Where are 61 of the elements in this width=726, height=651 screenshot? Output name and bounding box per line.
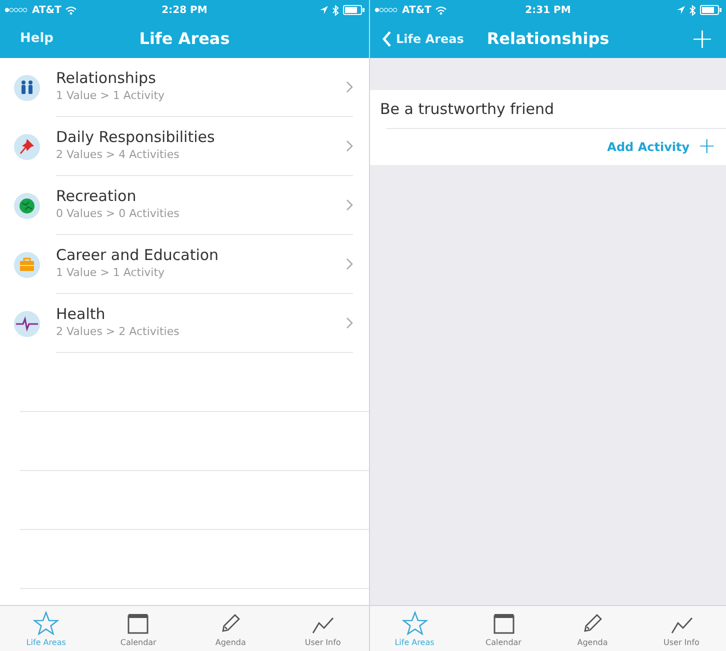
area-summary: 2 Values > 2 Activities (56, 324, 180, 340)
value-title: Be a trustworthy friend (379, 98, 556, 120)
tab-item[interactable]: Agenda (548, 606, 637, 651)
life-area-row[interactable]: Relationships 1 Value > 1 Activity (0, 58, 369, 117)
life-area-row[interactable]: Career and Education 1 Value > 1 Activity (0, 235, 369, 294)
help-button[interactable]: Help (12, 29, 54, 49)
bluetooth-icon (332, 4, 339, 16)
status-time: 2:28 PM (160, 4, 208, 18)
add-button[interactable]: + (690, 25, 714, 53)
pushpin-icon (13, 132, 41, 160)
globe-icon (13, 192, 41, 220)
tab-item[interactable]: User Info (637, 606, 726, 651)
chevron-right-icon (346, 199, 353, 211)
line-chart-icon (670, 615, 694, 635)
life-area-row[interactable]: Recreation 0 Values > 0 Activities (0, 176, 369, 235)
area-title: Career and Education (56, 246, 220, 266)
signal-icon (374, 7, 398, 13)
carrier-name: AT&T (402, 4, 432, 18)
briefcase-icon (13, 250, 41, 278)
area-title: Health (56, 305, 106, 324)
screen-title: Life Areas (139, 28, 230, 50)
people-icon (13, 74, 41, 102)
area-summary: 1 Value > 1 Activity (56, 265, 166, 282)
heartbeat-icon (13, 310, 41, 338)
battery-icon (700, 5, 722, 15)
signal-icon (4, 7, 28, 13)
calendar-icon (127, 613, 150, 635)
calendar-icon (492, 613, 514, 635)
line-chart-icon (310, 615, 335, 635)
star-icon (402, 611, 428, 635)
life-area-row[interactable]: Health 2 Values > 2 Activities (0, 294, 369, 353)
wifi-icon (435, 6, 448, 14)
tab-item[interactable]: Calendar (459, 606, 548, 651)
carrier-name: AT&T (32, 4, 62, 18)
battery-icon (342, 5, 365, 15)
area-summary: 1 Value > 1 Activity (56, 88, 166, 104)
location-icon (320, 6, 328, 14)
area-title: Daily Responsibilities (56, 128, 216, 148)
chevron-right-icon (346, 140, 353, 152)
tab-item[interactable]: User Info (276, 606, 369, 651)
add-activity-button[interactable]: Add Activity + (607, 136, 716, 158)
area-title: Relationships (56, 69, 157, 88)
tab-item[interactable]: Life Areas (370, 606, 459, 651)
chevron-right-icon (346, 81, 353, 93)
chevron-right-icon (346, 258, 353, 270)
life-area-row[interactable]: Daily Responsibilities 2 Values > 4 Activities (0, 117, 369, 176)
area-summary: 0 Values > 0 Activities (56, 206, 180, 222)
location-icon (677, 6, 685, 14)
tab-item[interactable]: Calendar (92, 606, 184, 651)
area-title: Recreation (56, 187, 138, 206)
area-summary: 2 Values > 4 Activities (56, 147, 180, 164)
chevron-left-icon (382, 31, 392, 47)
chevron-right-icon (346, 317, 353, 329)
tab-item[interactable]: Life Areas (0, 606, 92, 651)
wifi-icon (65, 6, 78, 14)
back-button[interactable]: Life Areas (382, 30, 464, 48)
status-time: 2:31 PM (524, 4, 572, 18)
star-icon (33, 611, 60, 635)
bluetooth-icon (689, 4, 696, 16)
tab-item[interactable]: Agenda (184, 606, 277, 651)
screen-title: Relationships (486, 28, 610, 50)
